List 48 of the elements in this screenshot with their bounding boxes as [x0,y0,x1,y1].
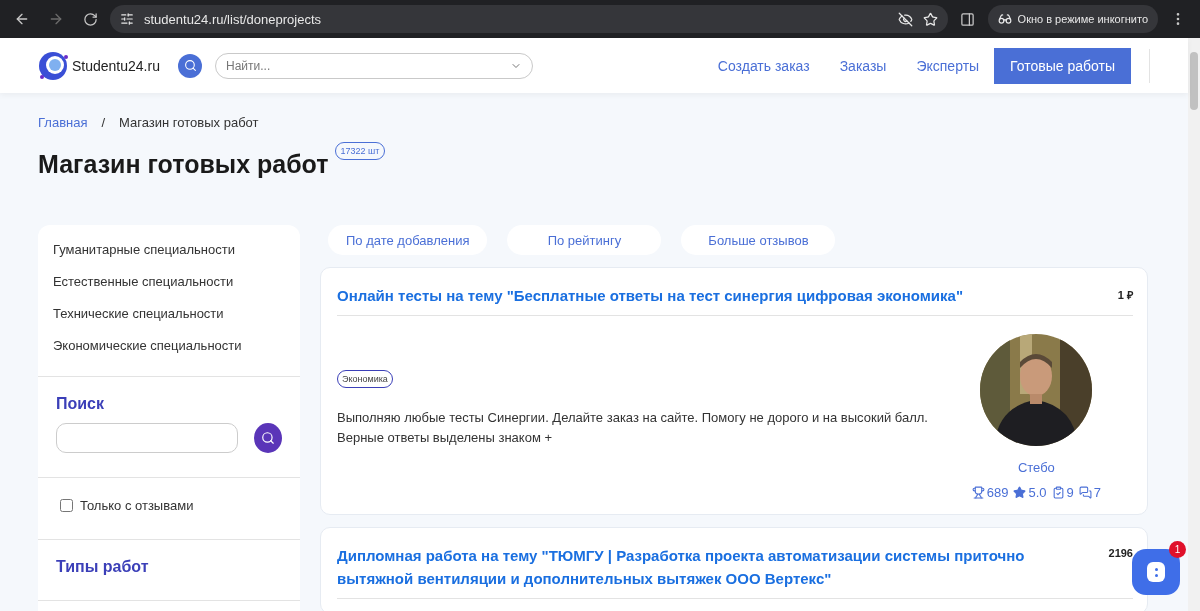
breadcrumb-current: Магазин готовых работ [119,115,259,130]
nav-link[interactable]: Создать заказ [702,47,825,84]
reviews-checkbox[interactable]: Только с отзывами [56,496,282,515]
bookmark-star-icon[interactable] [922,11,938,27]
url-text: studentu24.ru/list/doneprojects [144,11,323,27]
eye-off-icon[interactable] [897,11,913,27]
breadcrumb-separator: / [101,115,106,130]
category-link[interactable]: Экономические специальности [53,329,285,361]
search-input[interactable] [56,423,238,453]
work-description: Выполняю любые тесты Синергии. Делайте заказ на сайте. Помогу не дорого и на высокий балл. Верные ответы выделены знаком + [337,409,928,447]
chat-bubbles-icon [1078,486,1092,499]
section-title: Поиск [56,395,105,413]
reviews-count: 7 [1093,485,1101,500]
nav-link[interactable]: Заказы [824,47,902,84]
search-icon [183,59,197,72]
sort-button[interactable]: Больше отзывов [681,225,836,255]
work-title-link[interactable]: Онлайн тесты на тему "Бесплатные ответы на тест синергия цифровая экономика" [337,284,1037,307]
trophy-count: 689 [986,485,1009,500]
page-title: Магазин готовых работ [38,150,329,179]
category-link[interactable]: Гуманитарные специальности [53,233,285,265]
category-link[interactable]: Естественные специальности [53,265,285,297]
search-button[interactable] [178,53,202,78]
price: 1 ₽ [1117,288,1133,303]
nav-link[interactable]: Готовые работы [994,47,1131,84]
sort-button[interactable]: По дате добавления [328,225,488,255]
chat-icon [1147,562,1165,582]
star-icon [1013,486,1027,499]
breadcrumb-link[interactable]: Главная [38,115,88,130]
address-bar[interactable]: studentu24.ru/list/doneprojects [110,5,948,33]
author-link[interactable]: Стебо [1017,460,1055,475]
incognito-button[interactable]: Окно в режиме инкогнито [987,5,1158,33]
incognito-icon [997,12,1012,26]
checkbox[interactable] [60,499,73,512]
search-button[interactable] [254,423,282,453]
sort-button[interactable]: По рейтингу [507,225,662,255]
section-title: Типы работ [56,558,150,576]
trophy-icon [971,486,985,499]
clipboard-check-icon [1051,486,1065,499]
work-title-link[interactable]: Дипломная работа на тему "ТЮМГУ | Разработка проекта автоматизации системы приточно вытяжной вентиляции и дополнительных вытяжек ООО Вертекс" [337,544,1037,590]
search-icon [261,431,275,445]
price: 2196 [1108,546,1133,561]
unread-badge: 1 [1169,541,1186,558]
rating-value: 5.0 [1028,485,1047,500]
category-link[interactable]: Технические специальности [53,297,285,329]
site-settings-icon[interactable] [120,12,134,26]
nav-link[interactable]: Эксперты [901,47,995,84]
logo-text: Studentu24.ru [72,57,160,74]
completed-count: 9 [1066,485,1074,500]
